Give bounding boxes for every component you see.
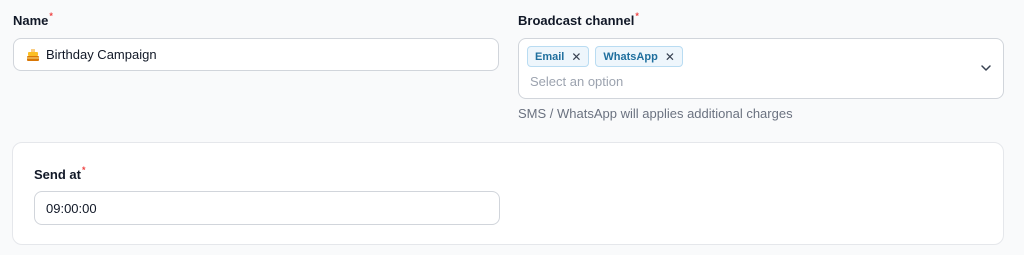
remove-whatsapp-icon[interactable]: ✕ — [665, 50, 675, 64]
send-at-input[interactable]: 09:00:00 — [34, 191, 500, 225]
select-placeholder[interactable]: Select an option — [530, 74, 623, 89]
chip-whatsapp: WhatsApp ✕ — [595, 46, 683, 67]
chip-label: WhatsApp — [603, 50, 658, 63]
send-at-card: Send at* 09:00:00 — [12, 142, 1004, 245]
selected-chips: Email ✕ WhatsApp ✕ — [527, 46, 689, 67]
name-input[interactable]: Birthday Campaign — [13, 38, 499, 71]
broadcast-channel-label: Broadcast channel* — [518, 11, 639, 28]
send-at-value: 09:00:00 — [46, 200, 97, 216]
name-value: Birthday Campaign — [46, 47, 157, 62]
broadcast-channel-select[interactable]: Email ✕ WhatsApp ✕ Select an option — [518, 38, 1004, 99]
name-label: Name* — [13, 11, 53, 28]
required-asterisk: * — [49, 11, 53, 21]
chevron-down-icon[interactable] — [980, 62, 992, 77]
chip-email: Email ✕ — [527, 46, 590, 67]
cake-icon — [26, 48, 40, 62]
broadcast-helper-text: SMS / WhatsApp will applies additional c… — [518, 106, 793, 121]
required-asterisk: * — [81, 165, 86, 175]
send-at-label: Send at* — [34, 165, 86, 182]
chip-label: Email — [535, 50, 565, 63]
required-asterisk: * — [635, 11, 639, 21]
remove-email-icon[interactable]: ✕ — [571, 50, 581, 64]
